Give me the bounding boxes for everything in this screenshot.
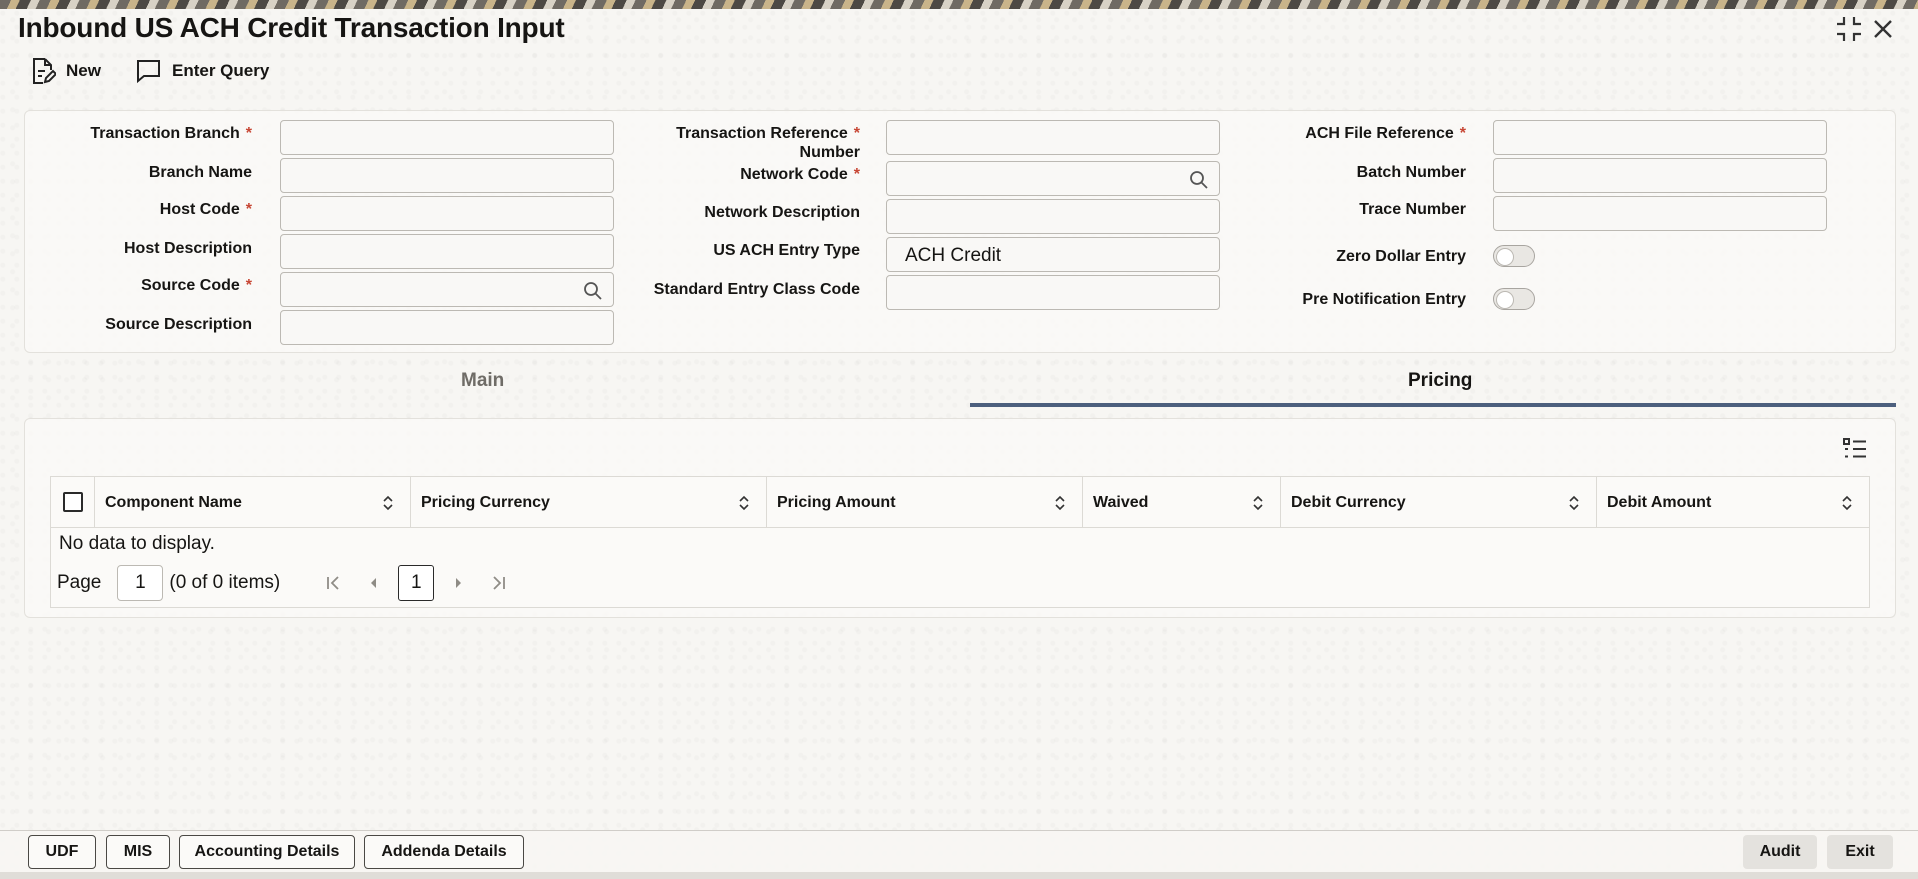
select-all-checkbox[interactable] bbox=[63, 492, 83, 512]
transaction-branch-input[interactable] bbox=[280, 120, 614, 155]
host-description-label: Host Description bbox=[123, 240, 252, 257]
network-description-label: Network Description bbox=[704, 204, 860, 221]
empty-table-message: No data to display. bbox=[59, 533, 215, 554]
zero-dollar-entry-toggle[interactable] bbox=[1493, 245, 1535, 267]
active-tab-indicator bbox=[970, 403, 1896, 407]
addenda-details-button[interactable]: Addenda Details bbox=[364, 835, 524, 869]
table-header: Component Name Pricing Currency Pricing … bbox=[51, 477, 1869, 528]
audit-button[interactable]: Audit bbox=[1743, 835, 1817, 869]
ach-file-reference-label: ACH File Reference * bbox=[1305, 125, 1466, 142]
column-header-debit-currency[interactable]: Debit Currency bbox=[1281, 477, 1597, 528]
network-code-label: Network Code * bbox=[740, 166, 860, 183]
new-document-icon bbox=[30, 57, 56, 85]
sort-icon[interactable] bbox=[1841, 494, 1853, 512]
column-header-pricing-currency[interactable]: Pricing Currency bbox=[411, 477, 767, 528]
sort-icon[interactable] bbox=[382, 494, 394, 512]
sort-icon[interactable] bbox=[1568, 494, 1580, 512]
exit-button[interactable]: Exit bbox=[1827, 835, 1893, 869]
next-page-icon[interactable] bbox=[438, 568, 478, 598]
us-ach-entry-type-input: ACH Credit bbox=[886, 237, 1220, 272]
transaction-branch-label: Transaction Branch * bbox=[90, 125, 252, 142]
mis-button[interactable]: MIS bbox=[106, 835, 170, 869]
ach-file-reference-input[interactable] bbox=[1493, 120, 1827, 155]
standard-entry-class-code-input[interactable] bbox=[886, 275, 1220, 310]
first-page-icon[interactable] bbox=[314, 568, 354, 598]
host-code-label: Host Code * bbox=[159, 201, 252, 218]
udf-button[interactable]: UDF bbox=[28, 835, 96, 869]
batch-number-label: Batch Number bbox=[1356, 164, 1466, 181]
branch-name-input[interactable] bbox=[280, 158, 614, 193]
zero-dollar-entry-label: Zero Dollar Entry bbox=[1336, 248, 1466, 265]
pre-notification-entry-toggle[interactable] bbox=[1493, 288, 1535, 310]
page-number-input[interactable]: 1 bbox=[117, 565, 164, 601]
sort-icon[interactable] bbox=[1054, 494, 1066, 512]
trace-number-label: Trace Number bbox=[1359, 201, 1466, 218]
close-icon[interactable] bbox=[1868, 14, 1898, 44]
sort-icon[interactable] bbox=[738, 494, 750, 512]
network-description-input[interactable] bbox=[886, 199, 1220, 234]
transaction-reference-number-label: Transaction Reference * Number bbox=[676, 125, 860, 161]
pre-notification-entry-label: Pre Notification Entry bbox=[1302, 291, 1466, 308]
select-all-cell bbox=[51, 477, 95, 528]
host-code-input[interactable] bbox=[280, 196, 614, 231]
source-code-input[interactable] bbox=[280, 272, 614, 307]
source-code-label: Source Code * bbox=[141, 277, 252, 294]
source-description-label: Source Description bbox=[105, 316, 252, 333]
current-page-button[interactable]: 1 bbox=[398, 565, 435, 601]
top-decor-strip bbox=[0, 0, 1918, 9]
pricing-table: Component Name Pricing Currency Pricing … bbox=[50, 476, 1870, 608]
tab-main[interactable]: Main bbox=[461, 370, 504, 392]
search-icon[interactable] bbox=[1189, 170, 1209, 190]
source-description-input[interactable] bbox=[280, 310, 614, 345]
us-ach-entry-type-label: US ACH Entry Type bbox=[713, 242, 860, 259]
new-button[interactable]: New bbox=[30, 56, 101, 86]
bottom-strip bbox=[0, 872, 1918, 879]
column-header-pricing-amount[interactable]: Pricing Amount bbox=[767, 477, 1083, 528]
tab-pricing[interactable]: Pricing bbox=[1408, 370, 1472, 392]
column-list-icon[interactable] bbox=[1842, 436, 1868, 462]
branch-name-label: Branch Name bbox=[148, 164, 252, 181]
previous-page-icon[interactable] bbox=[354, 568, 394, 598]
batch-number-input[interactable] bbox=[1493, 158, 1827, 193]
trace-number-input[interactable] bbox=[1493, 196, 1827, 231]
standard-entry-class-code-label: Standard Entry Class Code bbox=[653, 281, 860, 298]
enter-query-label: Enter Query bbox=[172, 61, 270, 80]
column-header-waived[interactable]: Waived bbox=[1083, 477, 1281, 528]
enter-query-button[interactable]: Enter Query bbox=[134, 56, 269, 86]
chat-bubble-icon bbox=[134, 58, 162, 84]
column-header-component-name[interactable]: Component Name bbox=[95, 477, 411, 528]
last-page-icon[interactable] bbox=[478, 568, 518, 598]
pagination: Page 1 (0 of 0 items) 1 bbox=[57, 565, 518, 601]
transaction-reference-number-input[interactable] bbox=[886, 120, 1220, 155]
item-count: (0 of 0 items) bbox=[169, 572, 281, 593]
host-description-input[interactable] bbox=[280, 234, 614, 269]
column-header-debit-amount[interactable]: Debit Amount bbox=[1597, 477, 1869, 528]
sort-icon[interactable] bbox=[1252, 494, 1264, 512]
page-title: Inbound US ACH Credit Transaction Input bbox=[18, 12, 565, 43]
page-label: Page bbox=[57, 572, 102, 593]
network-code-input[interactable] bbox=[886, 161, 1220, 196]
minimize-icon[interactable] bbox=[1834, 14, 1864, 44]
accounting-details-button[interactable]: Accounting Details bbox=[179, 835, 355, 869]
new-label: New bbox=[66, 61, 101, 80]
